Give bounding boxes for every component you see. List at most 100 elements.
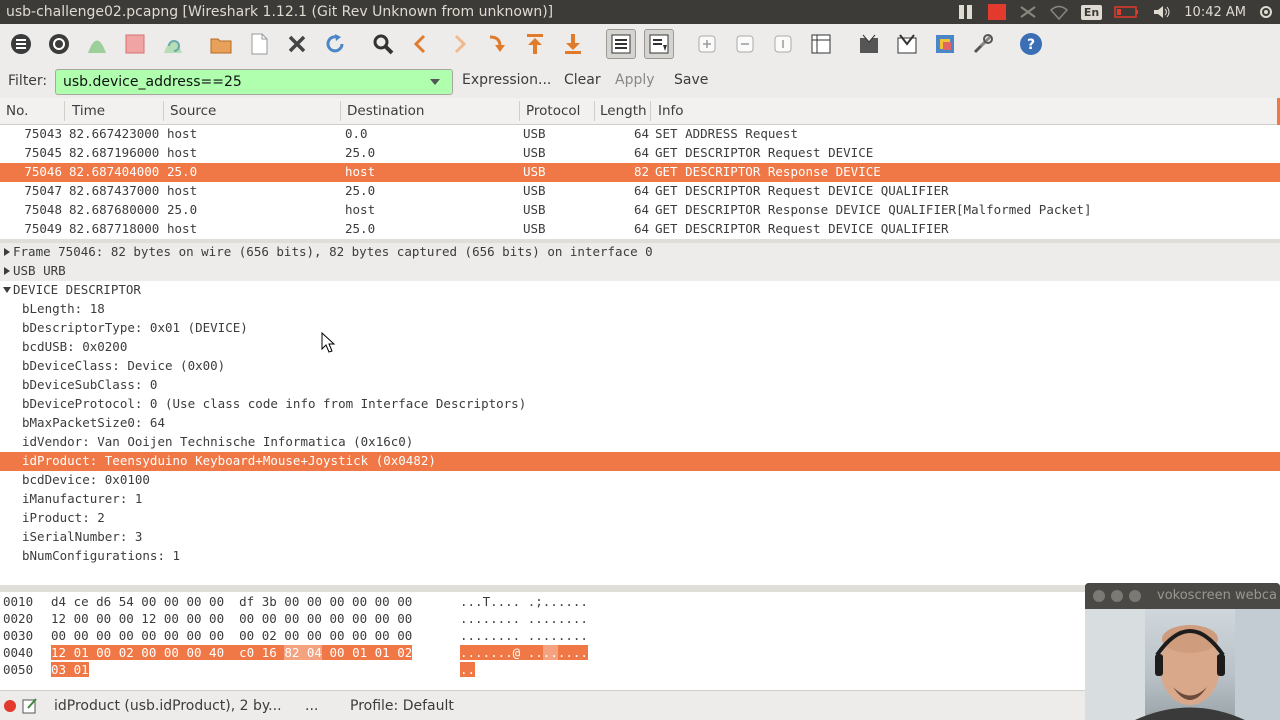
- column-header-no[interactable]: No.: [6, 103, 28, 119]
- expand-arrow-icon[interactable]: [2, 266, 12, 276]
- expert-info-icon[interactable]: [3, 699, 17, 717]
- webcam-overlay[interactable]: vokoscreen webcam: [1085, 583, 1280, 720]
- packet-cell-info: GET DESCRIPTOR Request DEVICE QUALIFIER: [655, 221, 949, 236]
- shuffle-icon[interactable]: [1013, 0, 1043, 24]
- keyboard-language-indicator[interactable]: En: [1075, 0, 1108, 24]
- packet-cell-protocol: USB: [523, 145, 546, 160]
- tree-item-field[interactable]: bLength: 18: [0, 300, 1280, 319]
- packet-row[interactable]: 75043 82.667423000 host 0.0 USB 64 SET ADDRESS…: [0, 125, 1280, 144]
- maximize-icon[interactable]: [1129, 590, 1141, 602]
- packet-row[interactable]: 75046 82.687404000 25.0 host USB 82 GET DESCRI…: [0, 163, 1280, 182]
- go-last-icon[interactable]: [558, 29, 588, 59]
- close-file-icon[interactable]: [282, 29, 312, 59]
- svg-text:?: ?: [1027, 37, 1035, 53]
- zoom-out-icon[interactable]: [730, 29, 760, 59]
- packet-cell-source: 25.0: [167, 202, 198, 217]
- tree-item-field[interactable]: bMaxPacketSize0: 64: [0, 414, 1280, 433]
- tree-item-label: bMaxPacketSize0: 64: [22, 415, 165, 430]
- tree-item-field[interactable]: bDeviceClass: Device (0x00): [0, 357, 1280, 376]
- apply-button[interactable]: Apply: [615, 72, 655, 88]
- autoscroll-icon[interactable]: [644, 29, 674, 59]
- save-file-icon[interactable]: [244, 29, 274, 59]
- minimize-icon[interactable]: [1111, 590, 1123, 602]
- normal-size-icon[interactable]: [768, 29, 798, 59]
- column-header-source[interactable]: Source: [170, 103, 216, 119]
- packet-cell-destination: 0.0: [345, 126, 368, 141]
- tree-item-field[interactable]: bcdDevice: 0x0100: [0, 471, 1280, 490]
- packet-cell-protocol: USB: [523, 202, 546, 217]
- restart-capture-icon[interactable]: [158, 29, 188, 59]
- collapse-arrow-icon[interactable]: [2, 285, 12, 295]
- packet-row[interactable]: 75048 82.687680000 25.0 host USB 64 GET DESCRI…: [0, 201, 1280, 220]
- packet-row[interactable]: 75047 82.687437000 host 25.0 USB 64 GET DESCRI…: [0, 182, 1280, 201]
- clear-button[interactable]: Clear: [564, 72, 601, 88]
- column-header-info[interactable]: Info: [658, 103, 684, 119]
- expression-button[interactable]: Expression...: [462, 72, 551, 88]
- resize-columns-icon[interactable]: [806, 29, 836, 59]
- packet-cell-source: host: [167, 221, 198, 236]
- capture-filters-icon[interactable]: [854, 29, 884, 59]
- filter-bar: Filter: Expression... Clear Apply Save: [0, 64, 1280, 98]
- hex-offset: 0030: [3, 628, 34, 643]
- tree-item-label: iManufacturer: 1: [22, 491, 143, 506]
- packet-row[interactable]: 75049 82.687718000 host 25.0 USB 64 GET DESCRI…: [0, 220, 1280, 239]
- tree-item-label: Frame 75046: 82 bytes on wire (656 bits)…: [13, 244, 653, 259]
- expand-arrow-icon[interactable]: [2, 247, 12, 257]
- go-back-icon[interactable]: [406, 29, 436, 59]
- coloring-rules-icon[interactable]: [930, 29, 960, 59]
- hex-offset: 0040: [3, 645, 34, 660]
- tree-item-field[interactable]: idProduct: Teensyduino Keyboard+Mouse+Jo…: [0, 452, 1280, 471]
- clock[interactable]: 10:42 AM: [1178, 0, 1252, 24]
- go-first-icon[interactable]: [520, 29, 550, 59]
- session-gear-icon[interactable]: [1252, 0, 1280, 24]
- help-icon[interactable]: ?: [1016, 29, 1046, 59]
- packet-cell-length: 64: [633, 183, 649, 198]
- column-header-time[interactable]: Time: [72, 103, 105, 119]
- tree-item-field[interactable]: iManufacturer: 1: [0, 490, 1280, 509]
- packet-cell-protocol: USB: [523, 164, 546, 179]
- tree-item-field[interactable]: bDeviceProtocol: 0 (Use class code info …: [0, 395, 1280, 414]
- stop-capture-icon[interactable]: [120, 29, 150, 59]
- tree-item-field[interactable]: iSerialNumber: 3: [0, 528, 1280, 547]
- go-forward-icon[interactable]: [444, 29, 474, 59]
- open-file-icon[interactable]: [206, 29, 236, 59]
- tree-item-label: bcdUSB: 0x0200: [22, 339, 128, 354]
- tree-item-field[interactable]: iProduct: 2: [0, 509, 1280, 528]
- interfaces-icon[interactable]: [6, 29, 36, 59]
- wifi-icon[interactable]: [1043, 0, 1075, 24]
- pause-icon[interactable]: [951, 0, 981, 24]
- display-filters-icon[interactable]: [892, 29, 922, 59]
- volume-icon[interactable]: [1146, 0, 1178, 24]
- packet-cell-protocol: USB: [523, 183, 546, 198]
- display-filter-field[interactable]: [55, 69, 453, 95]
- start-capture-icon[interactable]: [82, 29, 112, 59]
- tree-item-field[interactable]: bDescriptorType: 0x01 (DEVICE): [0, 319, 1280, 338]
- tree-item-field[interactable]: bNumConfigurations: 1: [0, 547, 1280, 566]
- save-filter-button[interactable]: Save: [674, 72, 708, 88]
- column-header-destination[interactable]: Destination: [347, 103, 424, 119]
- tree-item-usb-urb[interactable]: USB URB: [0, 262, 1280, 281]
- battery-icon[interactable]: [1108, 0, 1146, 24]
- tree-item-frame[interactable]: Frame 75046: 82 bytes on wire (656 bits)…: [0, 243, 1280, 262]
- find-packet-icon[interactable]: [368, 29, 398, 59]
- go-to-packet-icon[interactable]: [482, 29, 512, 59]
- packet-details-tree: Frame 75046: 82 bytes on wire (656 bits)…: [0, 243, 1280, 585]
- reload-icon[interactable]: [320, 29, 350, 59]
- options-icon[interactable]: [44, 29, 74, 59]
- profile-indicator[interactable]: Profile: Default: [350, 698, 454, 714]
- tree-item-field[interactable]: bDeviceSubClass: 0: [0, 376, 1280, 395]
- column-header-protocol[interactable]: Protocol: [526, 103, 580, 119]
- tree-item-device-descriptor[interactable]: DEVICE DESCRIPTOR: [0, 281, 1280, 300]
- colorize-icon[interactable]: [606, 29, 636, 59]
- display-filter-input[interactable]: [56, 74, 416, 90]
- tree-item-field[interactable]: bcdUSB: 0x0200: [0, 338, 1280, 357]
- packet-row[interactable]: 75045 82.687196000 host 25.0 USB 64 GET DESCRI…: [0, 144, 1280, 163]
- column-header-length[interactable]: Length: [600, 103, 648, 119]
- zoom-in-icon[interactable]: [692, 29, 722, 59]
- chevron-down-icon[interactable]: [418, 70, 452, 94]
- tree-item-field[interactable]: idVendor: Van Ooijen Technische Informat…: [0, 433, 1280, 452]
- capture-comments-icon[interactable]: [21, 697, 39, 719]
- close-icon[interactable]: [1093, 590, 1105, 602]
- record-stop-icon[interactable]: [981, 0, 1013, 24]
- preferences-icon[interactable]: [968, 29, 998, 59]
